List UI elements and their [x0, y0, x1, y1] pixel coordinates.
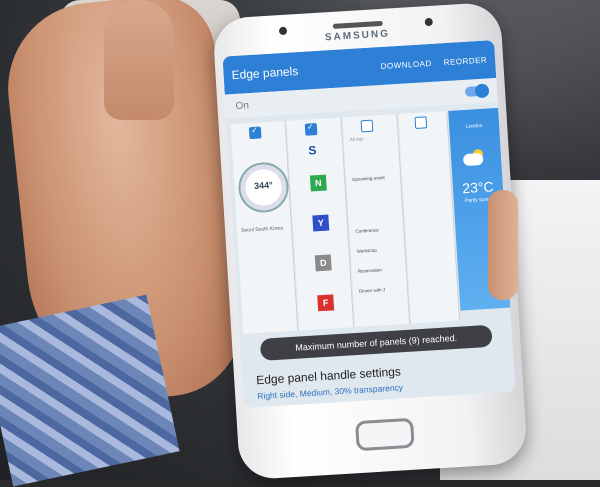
cloud-icon	[462, 152, 484, 167]
panel-checkbox[interactable]	[414, 116, 428, 130]
home-button[interactable]	[354, 417, 415, 452]
panel-checkbox[interactable]	[360, 119, 374, 133]
app-tile: F	[317, 294, 335, 312]
compass-heading: 344°	[253, 179, 274, 191]
compass-icon: 344°	[237, 160, 291, 214]
compass-location: Seoul South Korea	[240, 225, 284, 234]
plaid-sleeve	[0, 294, 180, 487]
calendar-item: Upcoming event	[352, 174, 385, 182]
app-letter: S	[307, 143, 317, 158]
phone: SAMSUNG Edge panels DOWNLOAD REORDER On …	[212, 1, 528, 481]
app-tile: Y	[312, 214, 330, 232]
toggle-switch[interactable]	[464, 85, 488, 97]
calendar-item: Conference	[355, 227, 379, 234]
calendar-item: Dinner with J	[358, 287, 386, 294]
panel-checkbox[interactable]	[248, 126, 262, 140]
app-tile: N	[309, 174, 327, 192]
app-tile: D	[314, 254, 332, 272]
fingers	[488, 190, 518, 300]
screen: Edge panels DOWNLOAD REORDER On 344° Seo…	[222, 40, 516, 409]
page-title: Edge panels	[231, 64, 299, 83]
thumb	[104, 0, 174, 120]
panel-list: 344° Seoul South Korea S N Y D F All day…	[230, 107, 511, 334]
download-button[interactable]: DOWNLOAD	[380, 58, 432, 70]
reorder-button[interactable]: REORDER	[443, 55, 487, 67]
calendar-header: All day	[349, 136, 364, 143]
calendar-item: Workshop	[356, 247, 377, 254]
panel-checkbox[interactable]	[304, 123, 318, 136]
weather-city: London	[465, 122, 483, 130]
calendar-item: Reservation	[357, 267, 382, 274]
